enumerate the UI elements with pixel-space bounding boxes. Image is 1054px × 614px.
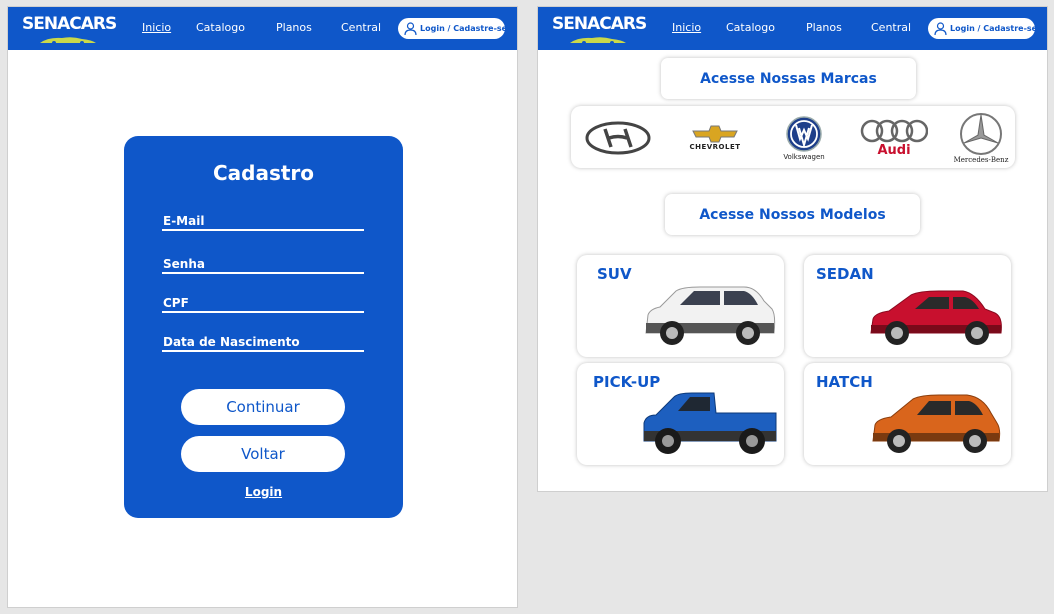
brand-chevrolet-label: CHEVROLET [689, 143, 741, 151]
login-signup-label: Login / Cadastre-se [950, 24, 1038, 33]
chevrolet-bowtie-icon [692, 125, 738, 143]
back-button[interactable]: Voltar [181, 436, 345, 472]
login-signup-button[interactable]: Login / Cadastre-se [928, 18, 1038, 39]
nav-link-catalogo[interactable]: Catalogo [196, 21, 245, 34]
password-field-wrap [162, 253, 364, 274]
cpf-field-wrap [162, 292, 364, 313]
user-icon [934, 21, 947, 35]
signup-card: Cadastro Continuar Voltar Login [124, 136, 403, 518]
hatch-car-icon [872, 394, 1001, 453]
models-section-title: Acesse Nossos Modelos [665, 194, 920, 235]
model-label-hatch: HATCH [816, 373, 873, 391]
pickup-car-icon [643, 392, 777, 454]
brand-mercedes-label: Mercedes-Benz [953, 156, 1009, 164]
brands-section-title: Acesse Nossas Marcas [661, 58, 916, 99]
model-card-pickup[interactable]: PICK-UP [577, 363, 784, 465]
brand-mercedes[interactable]: Mercedes-Benz [951, 111, 1011, 165]
nav-link-central[interactable]: Central [341, 21, 381, 34]
brand-audi[interactable]: Audi [854, 111, 934, 165]
birthdate-field[interactable] [162, 335, 364, 350]
sedan-car-icon [870, 290, 1002, 345]
brand-audi-label: Audi [877, 142, 911, 158]
nav-link-central[interactable]: Central [871, 21, 911, 34]
home-page: SENACARS Inicio Catalogo Planos Central … [537, 6, 1048, 492]
nav-link-catalogo[interactable]: Catalogo [726, 21, 775, 34]
brand-chevrolet[interactable]: CHEVROLET [675, 111, 755, 165]
nav-link-planos[interactable]: Planos [806, 21, 842, 34]
brands-strip: CHEVROLET Volkswagen Audi Mercedes-Benz [571, 106, 1015, 168]
email-field[interactable] [162, 214, 364, 229]
logo-car-icon [40, 37, 96, 45]
signup-title: Cadastro [212, 161, 315, 185]
nav-link-planos[interactable]: Planos [276, 21, 312, 34]
cpf-field[interactable] [162, 296, 364, 311]
login-signup-button[interactable]: Login / Cadastre-se [398, 18, 508, 39]
brand-volkswagen-label: Volkswagen [783, 153, 825, 161]
email-field-wrap [162, 210, 364, 231]
model-card-hatch[interactable]: HATCH [804, 363, 1011, 465]
navbar: SENACARS Inicio Catalogo Planos Central … [538, 7, 1047, 50]
password-field[interactable] [162, 257, 364, 272]
signup-page: SENACARS Inicio Catalogo Planos Central … [7, 6, 518, 608]
model-label-suv: SUV [597, 265, 632, 283]
volkswagen-logo-icon [786, 116, 822, 152]
senacars-logo[interactable]: SENACARS [552, 12, 648, 46]
audi-rings-icon [860, 119, 928, 142]
navbar: SENACARS Inicio Catalogo Planos Central … [8, 7, 517, 50]
brand-volkswagen[interactable]: Volkswagen [776, 111, 832, 165]
user-icon [404, 21, 417, 35]
mercedes-star-icon [960, 113, 1002, 155]
birthdate-field-wrap [162, 331, 364, 352]
nav-link-inicio[interactable]: Inicio [142, 21, 171, 34]
model-card-suv[interactable]: SUV [577, 255, 784, 357]
login-signup-label: Login / Cadastre-se [420, 24, 508, 33]
brand-hyundai[interactable] [583, 111, 653, 165]
login-link[interactable]: Login [124, 485, 403, 499]
nav-link-inicio[interactable]: Inicio [672, 21, 701, 34]
model-card-sedan[interactable]: SEDAN [804, 255, 1011, 357]
suv-car-icon [645, 286, 776, 345]
model-label-sedan: SEDAN [816, 265, 874, 283]
logo-car-icon [570, 37, 626, 45]
hyundai-logo-icon [585, 121, 651, 155]
senacars-logo[interactable]: SENACARS [22, 12, 118, 46]
continue-button[interactable]: Continuar [181, 389, 345, 425]
